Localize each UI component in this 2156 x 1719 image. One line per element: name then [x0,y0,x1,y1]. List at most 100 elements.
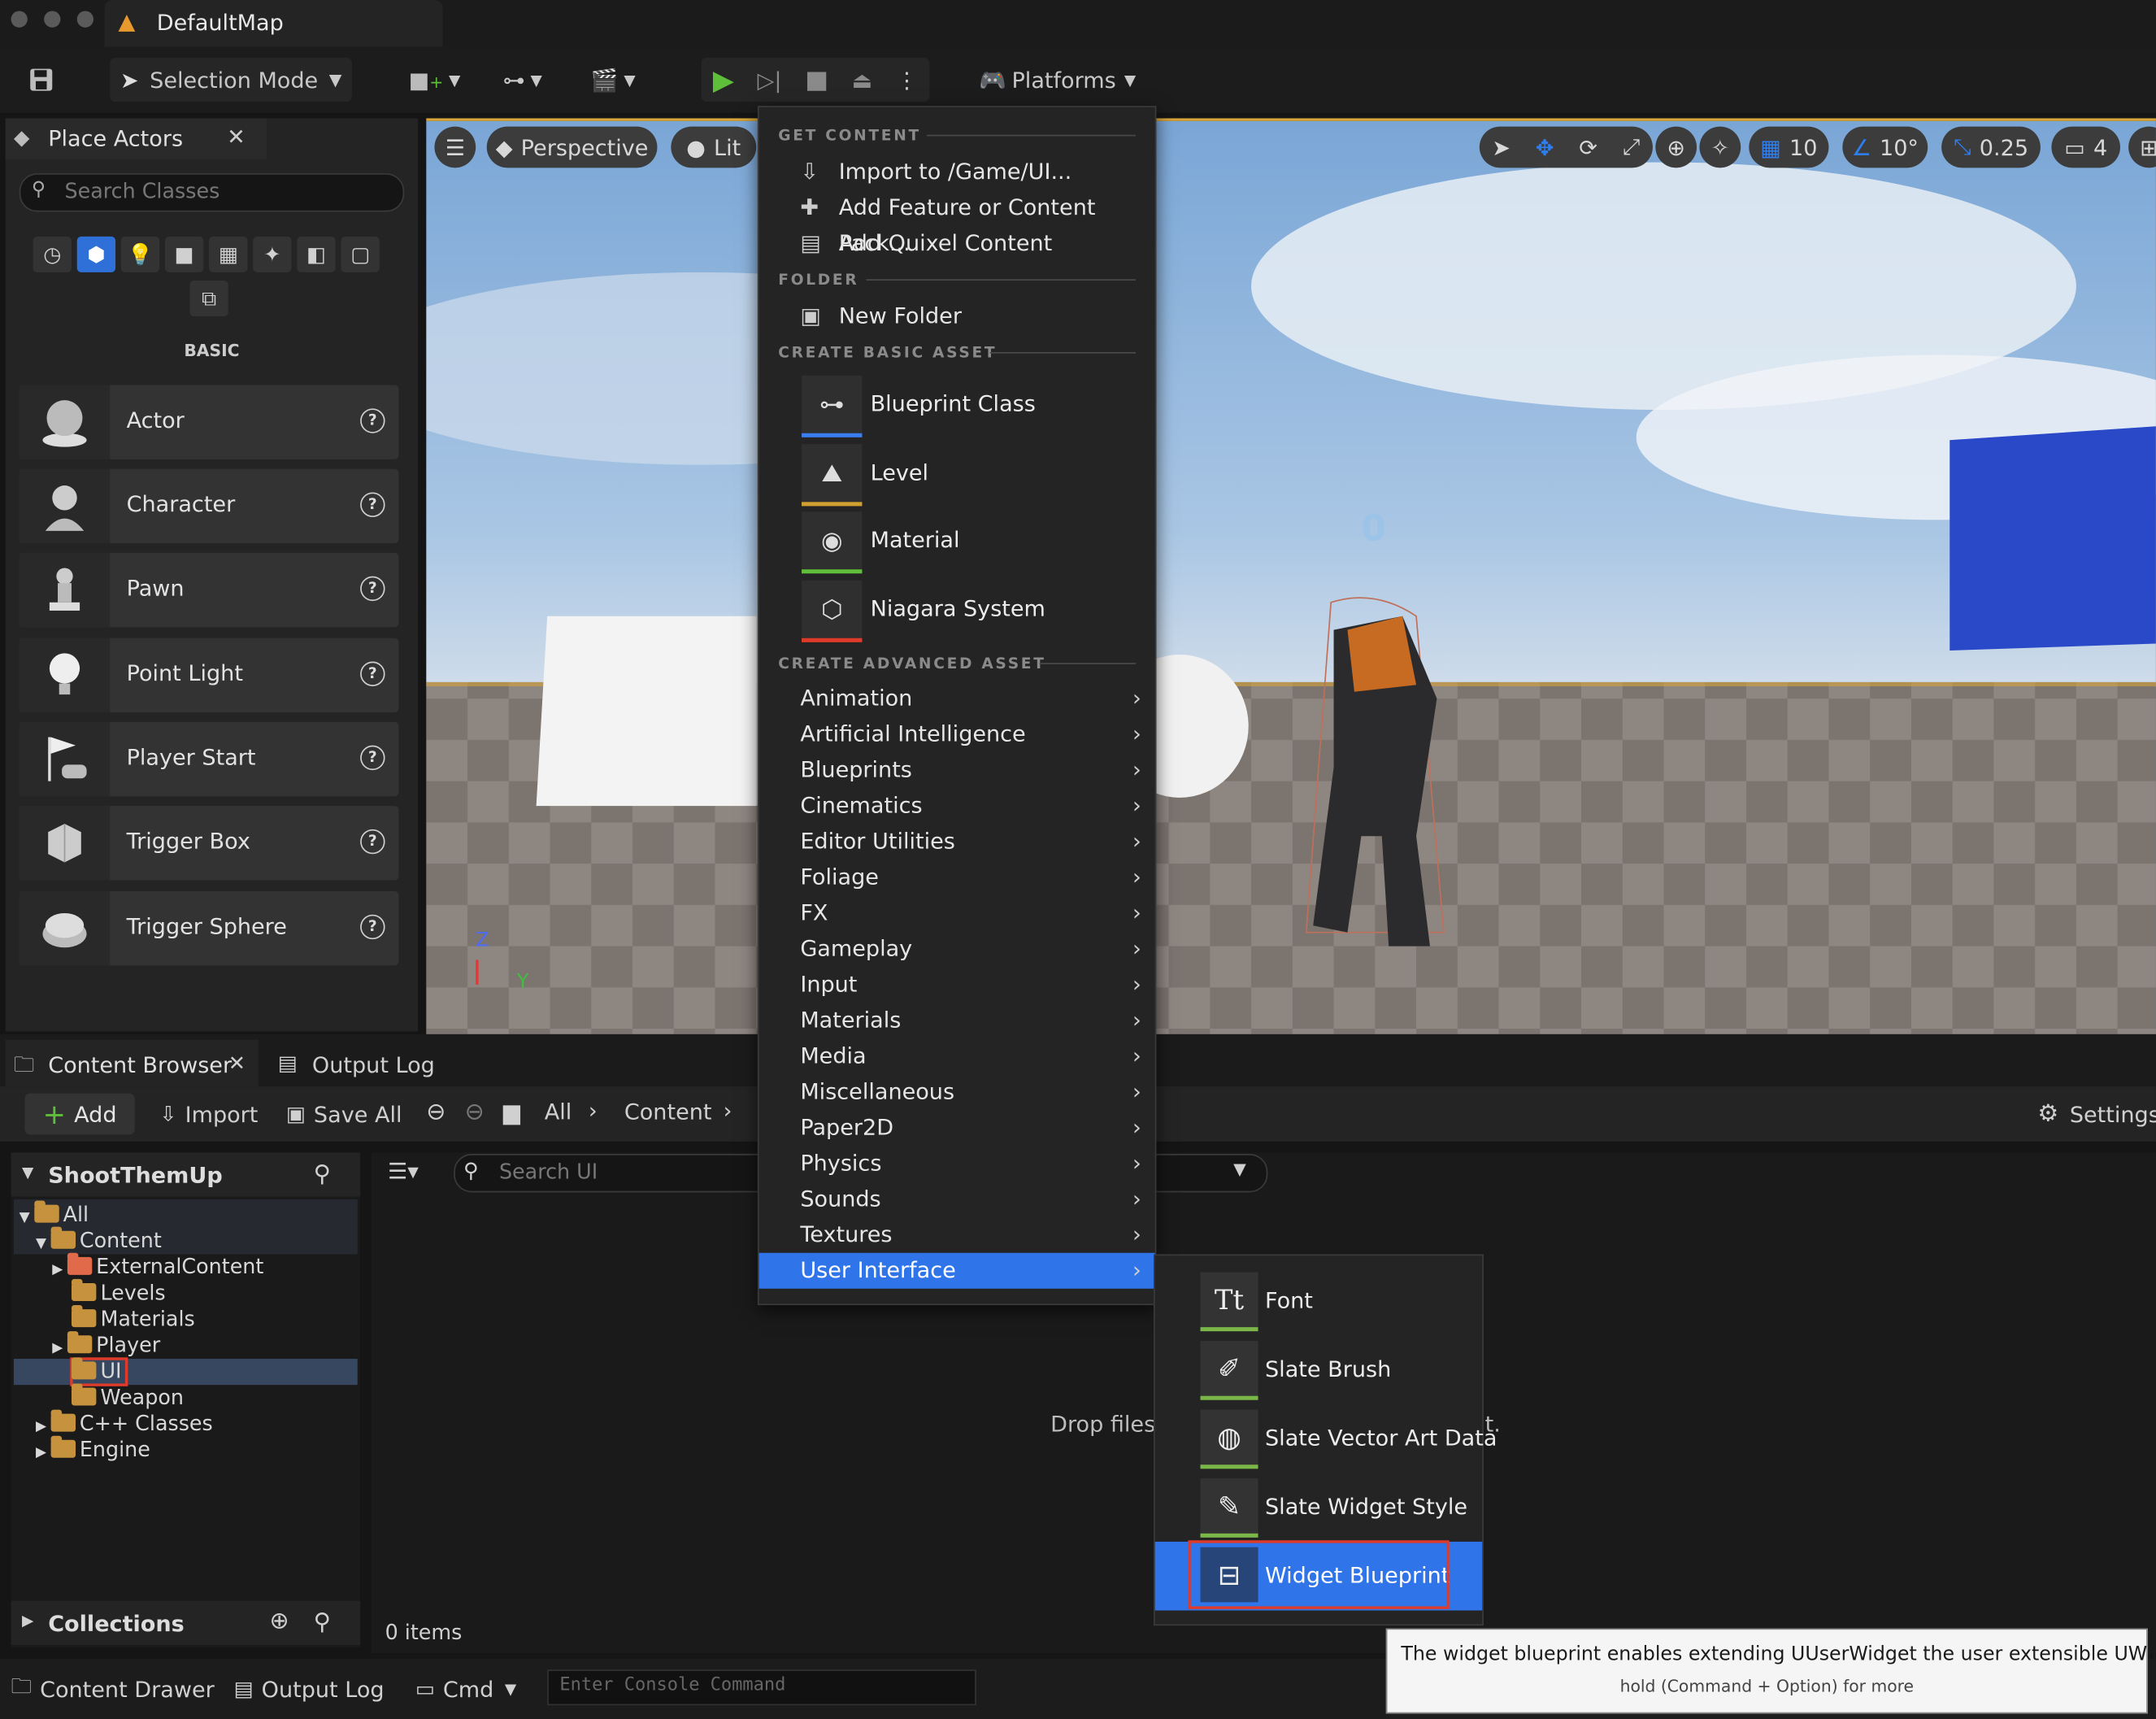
menu-item-textures[interactable]: Textures › [759,1217,1155,1253]
visual-effects-icon[interactable]: ✦ [253,236,292,272]
breadcrumb-separator-icon[interactable]: › [724,1098,732,1124]
actor-item-point-light[interactable]: Point Light ? [19,638,399,713]
recent-icon[interactable]: ◷ [33,236,72,272]
actor-item-character[interactable]: Character ? [19,468,399,544]
tree-item-levels[interactable]: Levels [71,1278,166,1307]
submenu-item-widget-blueprint[interactable]: ⊟ Widget Blueprint [1154,1540,1483,1611]
save-icon[interactable] [14,58,69,102]
help-icon[interactable]: ? [360,576,385,602]
select-tool-icon[interactable]: ➤ [1492,134,1511,160]
tree-item-engine[interactable]: ▶ Engine [36,1435,150,1463]
shapes-icon[interactable]: ■ [164,236,204,272]
menu-item-animation[interactable]: Animation › [759,681,1155,716]
add-collection-icon[interactable]: ⊕ [269,1608,289,1635]
search-icon[interactable]: ⚲ [314,1160,331,1188]
world-local-toggle[interactable]: ⊕ [1655,126,1697,168]
breadcrumb-separator-icon[interactable]: › [589,1098,598,1124]
menu-item-import[interactable]: ⇩ Import to /Game/UI... [759,154,1155,189]
collections-header[interactable]: ▶ Collections ⊕ ⚲ [11,1600,361,1645]
play-icon[interactable]: ▶ [713,63,734,97]
forward-icon[interactable]: ⊖ [465,1099,485,1126]
scale-snap-button[interactable]: ⤡ 0.25 [1941,126,2041,168]
menu-item-add-quixel[interactable]: ▤ Add Quixel Content [759,225,1155,261]
rotate-tool-icon[interactable]: ⟳ [1579,134,1597,160]
level-viewport[interactable]: 0 Z Y ☰ ◆ Perspective ● Lit ➤ ✥ ⟳ ⤢ ⊕ ✧ ▦ 1… [426,118,2156,1034]
menu-item-user-interface[interactable]: User Interface › [759,1252,1155,1289]
tree-item-all[interactable]: ▼ All [20,1200,89,1228]
menu-item-foliage[interactable]: Foliage › [759,860,1155,895]
tree-item-external-content[interactable]: ▶ ExternalContent [52,1252,263,1280]
content-browser-tab[interactable]: 🗀 Content Browser ✕ [5,1039,259,1087]
actor-item-trigger-sphere[interactable]: Trigger Sphere ? [19,890,399,966]
grid-snap-button[interactable]: ▦ 10 [1749,126,1829,168]
menu-item-miscellaneous[interactable]: Miscellaneous › [759,1074,1155,1110]
level-tab[interactable]: ▲ DefaultMap [104,0,443,47]
all-classes-icon[interactable]: ⧉ [189,281,228,316]
cinematics-button[interactable]: 🎬 ▼ [580,58,646,102]
submenu-item-slate-brush[interactable]: ✐ Slate Brush [1155,1335,1483,1404]
step-icon[interactable]: ▷| [758,67,782,93]
menu-item-input[interactable]: Input › [759,967,1155,1003]
content-drawer-button[interactable]: 🗀 Content Drawer [11,1669,215,1708]
menu-item-physics[interactable]: Physics › [759,1146,1155,1182]
close-icon[interactable]: ✕ [227,124,246,150]
save-all-button[interactable]: ▣ Save All [286,1094,402,1135]
geometry-icon[interactable]: ◧ [297,236,336,272]
help-icon[interactable]: ? [360,829,385,855]
help-icon[interactable]: ? [360,492,385,517]
settings-button[interactable]: ⚙ Settings [2038,1094,2156,1135]
menu-item-new-folder[interactable]: ▣ New Folder [759,298,1155,334]
cmd-dropdown[interactable]: ▭ Cmd ▼ [415,1669,516,1708]
tree-item-player[interactable]: ▶ Player [52,1331,160,1359]
tree-item-content[interactable]: ▼ Content [36,1226,162,1254]
selection-mode-dropdown[interactable]: ➤ Selection Mode ▼ [110,58,352,102]
help-icon[interactable]: ? [360,745,385,771]
help-icon[interactable]: ? [360,914,385,940]
add-button[interactable]: + Add [24,1093,135,1135]
tree-item-weapon[interactable]: Weapon [71,1383,184,1411]
zoom-window-button[interactable] [76,11,94,28]
output-log-tab[interactable]: ▤ Output Log [275,1040,440,1087]
menu-item-sounds[interactable]: Sounds › [759,1182,1155,1217]
menu-item-add-feature[interactable]: ✚ Add Feature or Content Pack... [759,189,1155,255]
chevron-down-icon[interactable]: ▼ [1233,1160,1246,1179]
actor-item-pawn[interactable]: Pawn ? [19,552,399,628]
actor-item-actor[interactable]: Actor ? [19,385,399,459]
menu-item-paper2d[interactable]: Paper2D › [759,1110,1155,1146]
help-icon[interactable]: ? [360,408,385,433]
output-log-button[interactable]: ▤ Output Log [234,1669,385,1708]
perspective-button[interactable]: ◆ Perspective [486,126,658,168]
breadcrumb-all[interactable]: All [545,1099,572,1125]
help-icon[interactable]: ? [360,661,385,686]
menu-item-media[interactable]: Media › [759,1038,1155,1074]
project-header[interactable]: ▼ ShootThemUp ⚲ [11,1152,361,1197]
add-actor-button[interactable]: ■+ ▼ [398,58,470,102]
menu-item-editor-utilities[interactable]: Editor Utilities › [759,824,1155,860]
close-window-button[interactable] [11,11,28,28]
scale-tool-icon[interactable]: ⤢ [1623,133,1641,161]
minimize-window-button[interactable] [44,11,61,28]
actor-item-player-start[interactable]: Player Start ? [19,721,399,797]
cinematic-icon[interactable]: ▦ [209,236,248,272]
filter-icon[interactable]: ☰▾ [388,1158,419,1184]
menu-item-materials[interactable]: Materials › [759,1003,1155,1038]
menu-item-blueprints[interactable]: Blueprints › [759,752,1155,788]
tree-item-materials[interactable]: Materials [71,1305,195,1333]
search-icon[interactable]: ⚲ [314,1609,331,1637]
rotation-snap-button[interactable]: ∠ 10° [1842,126,1928,168]
volumes-icon[interactable]: ▢ [341,236,380,272]
import-button[interactable]: ⇩ Import [159,1094,258,1135]
blueprints-button[interactable]: ⊶ ▼ [489,58,555,102]
menu-item-cinematics[interactable]: Cinematics › [759,788,1155,824]
menu-item-artificial-intelligence[interactable]: Artificial Intelligence › [759,716,1155,752]
lit-button[interactable]: ● Lit [671,126,757,168]
lights-icon[interactable]: 💡 [120,236,160,272]
camera-speed-button[interactable]: ▭ 4 [2051,126,2120,168]
menu-item-gameplay[interactable]: Gameplay › [759,931,1155,967]
breadcrumb-content[interactable]: Content [624,1099,712,1125]
move-tool-icon[interactable]: ✥ [1536,134,1554,160]
basic-shapes-icon[interactable]: ⬢ [76,236,116,272]
platforms-dropdown[interactable]: 🎮 Platforms ▼ [971,58,1144,102]
submenu-item-slate-vector-art[interactable]: ◍ Slate Vector Art Data [1155,1404,1497,1473]
eject-icon[interactable]: ⏏ [852,67,873,93]
